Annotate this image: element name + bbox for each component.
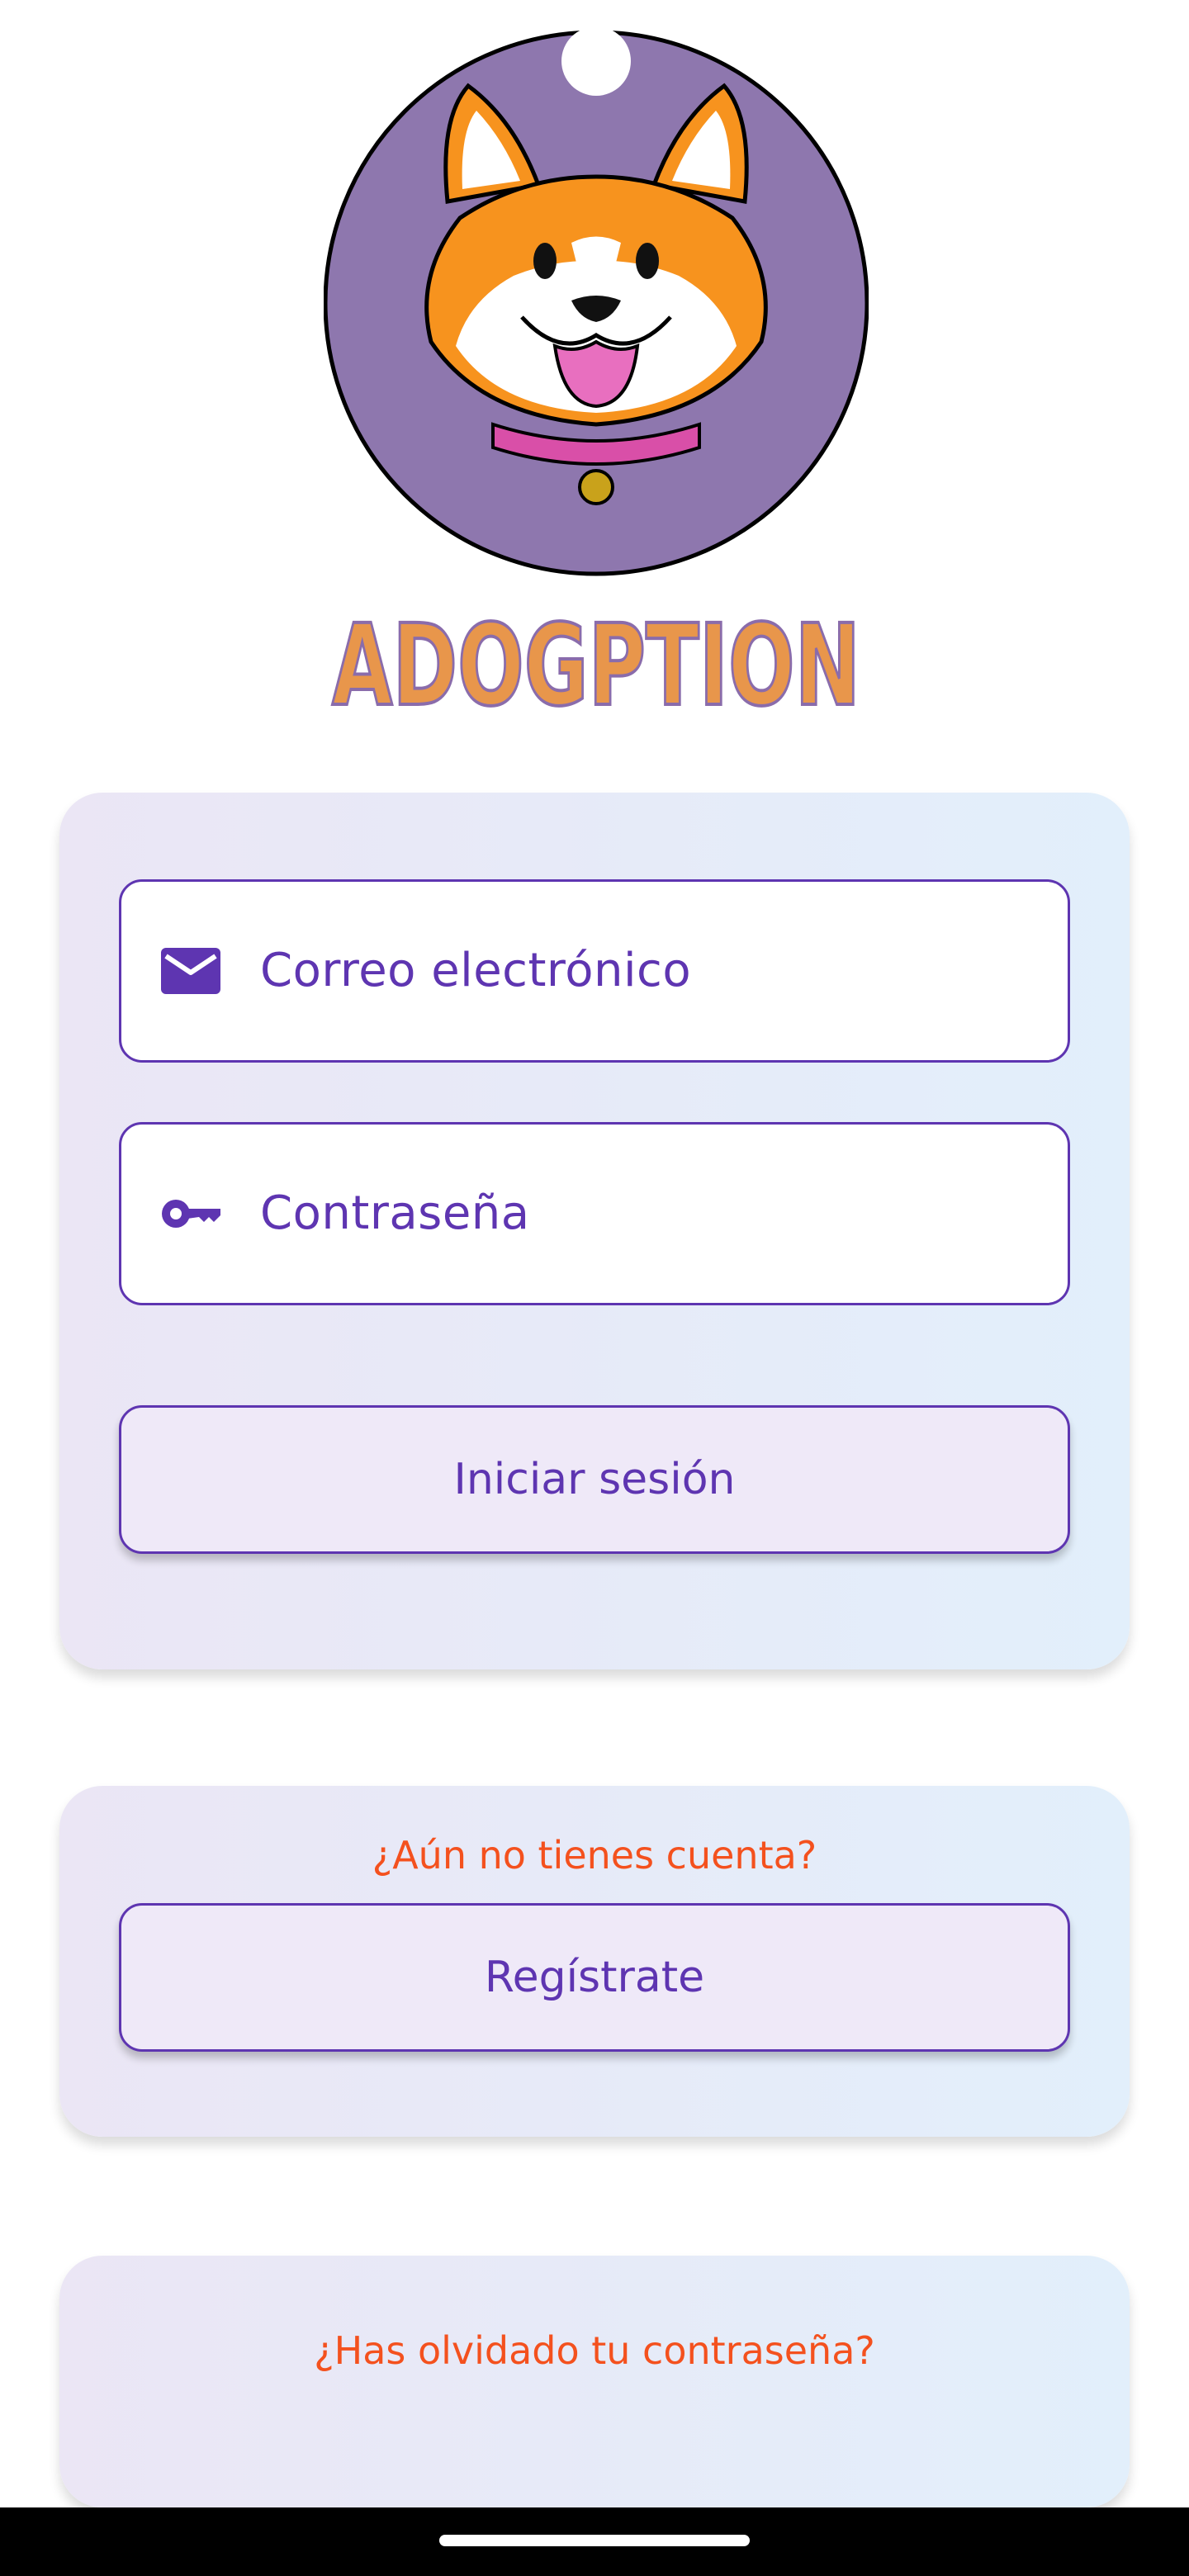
corgi-dog-icon xyxy=(323,26,869,576)
email-field[interactable]: Correo electrónico xyxy=(119,879,1070,1063)
home-indicator[interactable] xyxy=(439,2535,750,2546)
forgot-password-link[interactable]: ¿Has olvidado tu contraseña? xyxy=(59,2328,1130,2373)
password-placeholder: Contraseña xyxy=(260,1186,530,1240)
login-button[interactable]: Iniciar sesión xyxy=(119,1405,1070,1554)
brand-name: ADOGPTION xyxy=(332,607,860,722)
password-field[interactable]: Contraseña xyxy=(119,1122,1070,1305)
system-navigation-bar xyxy=(0,2507,1189,2576)
brand-logotype: ADOGPTION xyxy=(324,599,869,733)
forgot-password-card xyxy=(59,2256,1130,2507)
register-prompt: ¿Aún no tienes cuenta? xyxy=(372,1833,817,1878)
app-logo xyxy=(323,26,869,578)
email-placeholder: Correo electrónico xyxy=(260,944,692,997)
mail-icon xyxy=(161,948,220,994)
register-button[interactable]: Regístrate xyxy=(119,1903,1070,2052)
key-icon xyxy=(162,1200,220,1228)
